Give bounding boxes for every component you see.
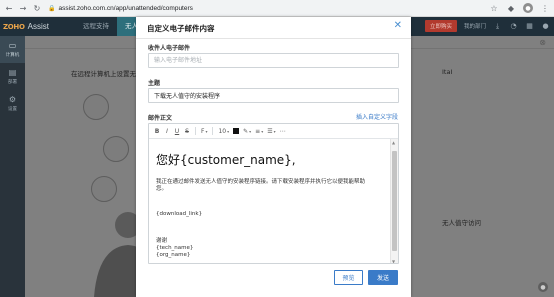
bg-close-icon: ⊗ xyxy=(539,38,546,47)
align-button[interactable]: ≡ ▾ xyxy=(253,125,265,137)
more-button[interactable]: ⋯ xyxy=(278,125,288,137)
align-left-icon: ≡ xyxy=(255,127,261,135)
font-family-button[interactable]: F ▾ xyxy=(199,125,209,137)
rail-item-deploy[interactable]: ▤ 部署 xyxy=(0,63,25,90)
app-logo: ZOHO Assist xyxy=(3,22,49,31)
download-icon[interactable]: ⤓ xyxy=(493,22,502,31)
toolbar-divider xyxy=(212,127,214,135)
apps-icon[interactable]: ▦ xyxy=(525,22,534,31)
italic-button[interactable]: I xyxy=(162,125,172,137)
rail-item-settings[interactable]: ⚙ 设置 xyxy=(0,90,25,117)
bg-illustration-node xyxy=(103,136,129,162)
bg-side-text: ItaI xyxy=(442,68,453,76)
tech-name-field: {tech_name} xyxy=(156,245,194,251)
download-link-field: {download_link} xyxy=(156,211,203,217)
chevron-down-icon: ▾ xyxy=(261,128,264,134)
rail-label: 部署 xyxy=(8,80,17,85)
logo-text: Assist xyxy=(27,22,49,31)
font-size-label: 10 xyxy=(218,127,227,135)
rail-item-computers[interactable]: ▭ 计算机 xyxy=(0,36,25,63)
gear-icon: ⚙ xyxy=(8,95,17,104)
editor-toolbar: B I U S F ▾ 10 ▾ ✎ ▾ ≡ ▾ ☰ ▾ ⋯ xyxy=(149,124,398,139)
rail-label: 计算机 xyxy=(5,53,20,58)
font-family-label: F xyxy=(201,127,205,135)
email-regards: 谢谢 xyxy=(156,238,168,244)
recipient-label: 收件人电子邮件 xyxy=(148,45,191,52)
user-icon[interactable]: ● xyxy=(541,22,550,31)
rail-label: 设置 xyxy=(8,107,17,112)
bg-illustration-node xyxy=(83,94,109,120)
toolbar-divider xyxy=(195,127,196,135)
deploy-icon: ▤ xyxy=(8,68,17,77)
close-icon[interactable]: ✕ xyxy=(394,21,402,31)
scroll-down-icon[interactable]: ▼ xyxy=(392,259,395,263)
dialog-title: 自定义电子邮件内容 xyxy=(147,24,215,33)
font-size-button[interactable]: 10 ▾ xyxy=(216,125,231,137)
marker-icon: ✎ xyxy=(243,127,249,135)
email-greeting: 您好{customer_name}, xyxy=(156,153,296,167)
chevron-down-icon: ▾ xyxy=(273,128,276,134)
send-button[interactable]: 发送 xyxy=(368,270,398,285)
strikethrough-button[interactable]: S xyxy=(182,125,192,137)
more-icon: ⋯ xyxy=(279,127,286,135)
scrollbar-thumb[interactable] xyxy=(392,151,397,251)
insert-custom-field-link[interactable]: 插入自定义字段 xyxy=(356,112,398,121)
bold-button[interactable]: B xyxy=(152,125,162,137)
recipient-email-input[interactable] xyxy=(148,53,399,68)
reload-icon[interactable]: ↻ xyxy=(32,3,42,13)
tab-remote-support[interactable]: 远程支持 xyxy=(75,17,117,36)
address-bar[interactable]: assist.zoho.com.cn/app/unattended/comput… xyxy=(58,5,192,12)
preview-button[interactable]: 预览 xyxy=(334,270,363,285)
notification-icon[interactable]: ◔ xyxy=(509,22,518,31)
lock-icon: 🔒 xyxy=(48,4,56,12)
chat-icon[interactable]: ● xyxy=(538,282,548,292)
chevron-down-icon: ▾ xyxy=(249,128,252,134)
subject-input[interactable] xyxy=(148,88,399,103)
text-color-button[interactable] xyxy=(231,125,241,137)
forward-icon[interactable]: → xyxy=(18,3,28,13)
org-name-field: {org_name} xyxy=(156,252,191,258)
bullet-list-icon: ☰ xyxy=(267,127,273,135)
custom-email-dialog: 自定义电子邮件内容 ✕ 收件人电子邮件 主题 邮件正文 插入自定义字段 B I … xyxy=(136,17,411,297)
highlight-button[interactable]: ✎ ▾ xyxy=(241,125,253,137)
underline-button[interactable]: U xyxy=(172,125,182,137)
menu-icon[interactable]: ⋮ xyxy=(540,3,550,13)
browser-toolbar: ← → ↻ 🔒 assist.zoho.com.cn/app/unattende… xyxy=(0,0,554,17)
color-swatch-icon xyxy=(233,128,240,134)
department-selector[interactable]: 我的部门 xyxy=(464,22,486,30)
buy-now-button[interactable]: 立即购买 xyxy=(424,20,457,32)
email-body-editor[interactable]: B I U S F ▾ 10 ▾ ✎ ▾ ≡ ▾ ☰ ▾ ⋯ 您好{customer_na… xyxy=(148,123,399,264)
email-body-line: 我正在通过邮件发送无人值守的安装程序链接。请下载安装程序并执行它以便我能帮助 xyxy=(156,179,366,185)
editor-content[interactable]: 您好{customer_name}, 我正在通过邮件发送无人值守的安装程序链接。… xyxy=(149,139,392,263)
chevron-down-icon: ▾ xyxy=(227,128,230,134)
back-icon[interactable]: ← xyxy=(4,3,14,13)
left-rail: ▭ 计算机 ▤ 部署 ⚙ 设置 xyxy=(0,36,25,297)
profile-avatar[interactable]: ● xyxy=(523,3,533,13)
subject-label: 主题 xyxy=(148,80,161,87)
editor-scrollbar[interactable]: ▲ ▼ xyxy=(390,139,398,263)
star-icon[interactable]: ☆ xyxy=(489,3,499,13)
bg-illustration-node xyxy=(91,176,117,202)
dialog-header: 自定义电子邮件内容 ✕ xyxy=(136,17,411,39)
bg-side-text-2: 无人值守访问 xyxy=(442,219,481,227)
chevron-down-icon: ▾ xyxy=(205,128,208,134)
body-label: 邮件正文 xyxy=(148,115,173,122)
list-button[interactable]: ☰ ▾ xyxy=(265,125,277,137)
computer-icon: ▭ xyxy=(8,41,17,50)
email-body-line: 您。 xyxy=(156,186,168,192)
extension-icon[interactable]: ◆ xyxy=(506,3,516,13)
logo-mark: ZOHO xyxy=(3,22,25,31)
scroll-up-icon[interactable]: ▲ xyxy=(392,140,395,145)
